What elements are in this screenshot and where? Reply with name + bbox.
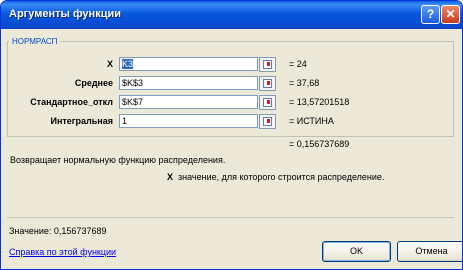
ok-button[interactable]: OK <box>322 241 391 262</box>
help-on-function-link[interactable]: Справка по этой функции <box>9 247 116 257</box>
arg-label-mean: Среднее <box>74 78 113 88</box>
dialog-title: Аргументы функции <box>9 8 121 20</box>
help-icon[interactable]: ? <box>421 5 440 24</box>
formula-value: Значение: 0,156737689 <box>9 226 107 236</box>
function-name: НОРМРАСП <box>9 37 61 46</box>
collapse-dialog-button-cumulative[interactable] <box>259 114 276 129</box>
function-result: = 0,156737689 <box>289 139 350 149</box>
arg-label-stdev: Стандартное_откл <box>30 97 113 107</box>
divider <box>7 217 454 218</box>
close-icon[interactable]: ✕ <box>441 5 460 24</box>
function-arguments-dialog: Аргументы функции ? ✕ НОРМРАСП X K3 = 24… <box>0 0 463 270</box>
parameter-help-name: X <box>167 172 174 182</box>
arg-input-mean[interactable]: $K$3 <box>119 76 258 90</box>
arg-input-x[interactable]: K3 <box>119 57 258 71</box>
arg-input-x-selection: K3 <box>122 59 134 69</box>
collapse-dialog-button-mean[interactable] <box>259 76 276 91</box>
collapse-dialog-button-stdev[interactable] <box>259 95 276 110</box>
collapse-dialog-icon <box>263 79 272 88</box>
arg-value-mean: = 37,68 <box>289 78 320 88</box>
function-description: Возвращает нормальную функцию распределе… <box>10 155 226 165</box>
title-bar[interactable]: Аргументы функции ? ✕ <box>1 1 462 29</box>
arg-input-stdev[interactable]: $K$7 <box>119 95 258 109</box>
collapse-dialog-icon <box>263 60 272 69</box>
parameter-help: Xзначение, для которого строится распред… <box>167 172 384 182</box>
collapse-dialog-icon <box>263 117 272 126</box>
arg-value-stdev: = 13,57201518 <box>289 97 350 107</box>
collapse-dialog-icon <box>263 98 272 107</box>
arg-value-x: = 24 <box>289 59 307 69</box>
arg-label-cumulative: Интегральная <box>50 116 113 126</box>
arg-input-cumulative[interactable]: 1 <box>119 114 258 128</box>
cancel-button[interactable]: Отмена <box>397 241 462 262</box>
arg-label-x: X <box>106 59 113 69</box>
parameter-help-text: значение, для которого строится распреде… <box>178 172 385 182</box>
collapse-dialog-button-x[interactable] <box>259 57 276 72</box>
arg-value-cumulative: = ИСТИНА <box>289 116 334 126</box>
